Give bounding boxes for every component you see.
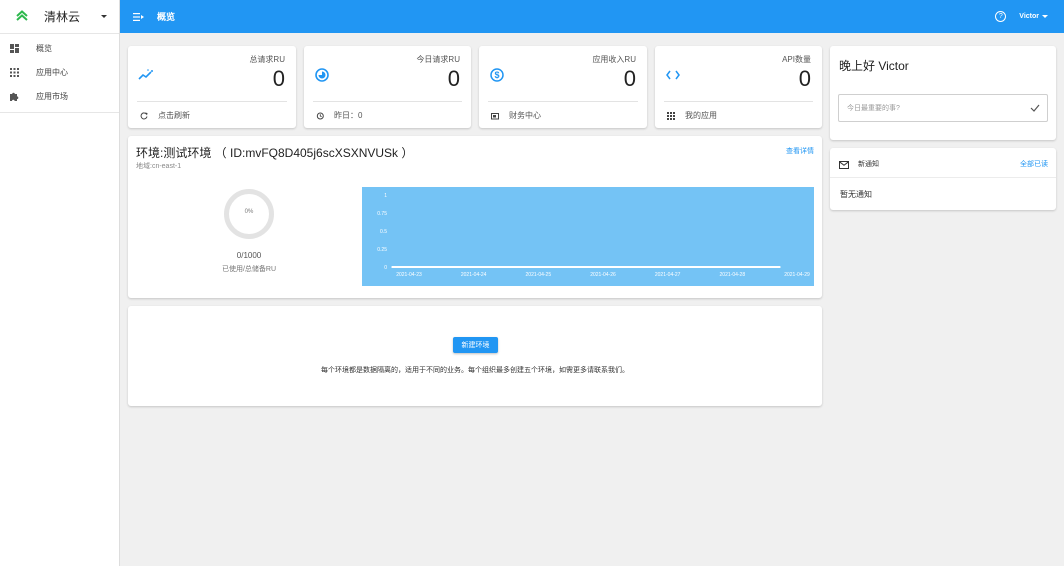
usage-chart-svg: 1 0.75 0.5 0.25 0 2021-04-23 2021-04-24 2021-04… bbox=[377, 193, 810, 278]
stat-value: 0 bbox=[272, 66, 285, 91]
mark-all-read-link[interactable]: 全部已读 bbox=[1020, 159, 1048, 169]
sidebar-item-overview[interactable]: 概览 bbox=[0, 36, 119, 60]
series-point bbox=[585, 266, 587, 268]
sidebar: 清林云 概览 应用中心 应用市场 bbox=[0, 0, 120, 566]
quota-value: 0/1000 bbox=[236, 251, 262, 260]
stat-footer-text: 点击刷新 bbox=[158, 111, 190, 120]
y-tick-label: 0.25 bbox=[377, 247, 387, 253]
divider bbox=[664, 101, 813, 102]
usage-chart: 1 0.75 0.5 0.25 0 2021-04-23 2021-04-24 2021-04… bbox=[362, 187, 814, 286]
menu-collapse-icon[interactable] bbox=[133, 11, 144, 22]
stat-label: 今日请求RU bbox=[416, 55, 460, 64]
brand-switcher[interactable]: 清林云 bbox=[0, 0, 119, 34]
x-tick-label: 2021-04-23 bbox=[396, 272, 422, 278]
x-tick-label: 2021-04-29 bbox=[784, 272, 810, 278]
notifications-card: 新通知 全部已读 暂无通知 bbox=[830, 148, 1056, 210]
pie-chart-icon bbox=[314, 67, 330, 83]
refresh-icon bbox=[139, 111, 148, 120]
series-point bbox=[455, 266, 458, 268]
stat-footer-text: 财务中心 bbox=[509, 111, 541, 120]
svg-text:$: $ bbox=[494, 70, 499, 80]
sparkline-icon bbox=[138, 67, 154, 83]
stat-card-today-ru: 今日请求RU 0 昨日：0 bbox=[304, 46, 471, 128]
brand-logo-icon bbox=[16, 9, 28, 24]
usage-percent: 0% bbox=[244, 209, 254, 215]
sidebar-item-label: 应用市场 bbox=[36, 91, 68, 101]
series-point bbox=[520, 266, 523, 268]
notifications-empty: 暂无通知 bbox=[840, 190, 872, 199]
dollar-icon: $ bbox=[489, 67, 505, 83]
brand-name: 清林云 bbox=[44, 10, 81, 24]
stat-card-app-income: $ 应用收入RU 0 财务中心 bbox=[479, 46, 647, 128]
divider bbox=[137, 101, 287, 102]
code-icon bbox=[665, 67, 681, 83]
greeting-text: 晚上好 Victor bbox=[839, 59, 909, 73]
y-tick-label: 1 bbox=[384, 193, 387, 199]
puzzle-icon bbox=[9, 91, 19, 101]
new-environment-button[interactable]: 新建环境 bbox=[453, 337, 498, 353]
refresh-link[interactable]: 点击刷新 bbox=[139, 110, 190, 121]
sidebar-item-label: 应用中心 bbox=[36, 67, 68, 77]
notifications-title: 新通知 bbox=[858, 161, 879, 168]
sidebar-item-label: 概览 bbox=[36, 43, 52, 53]
environment-card: 环境:测试环境 （ ID:mvFQ8D405j6scXSXNVUSk ） 查看详… bbox=[128, 136, 822, 298]
help-icon[interactable]: ? bbox=[995, 11, 1007, 22]
environment-region: 地域:cn-east-1 bbox=[136, 163, 182, 170]
view-details-link[interactable]: 查看详情 bbox=[786, 146, 814, 156]
x-tick-label: 2021-04-24 bbox=[461, 272, 487, 278]
sidebar-nav: 概览 应用中心 应用市场 bbox=[0, 34, 119, 113]
stat-label: API数量 bbox=[782, 55, 811, 64]
finance-center-link[interactable]: 财务中心 bbox=[490, 110, 541, 121]
stat-value: 0 bbox=[623, 66, 636, 91]
y-tick-label: 0.75 bbox=[377, 211, 387, 217]
stat-label: 总请求RU bbox=[249, 55, 285, 64]
series-point bbox=[649, 266, 652, 268]
divider bbox=[488, 101, 638, 102]
my-apps-link[interactable]: 我的应用 bbox=[666, 110, 717, 121]
todo-field bbox=[838, 94, 1048, 122]
divider bbox=[313, 101, 462, 102]
apps-icon bbox=[666, 111, 675, 120]
series-point bbox=[779, 266, 781, 268]
stat-value: 0 bbox=[447, 66, 460, 91]
x-tick-label: 2021-04-25 bbox=[526, 272, 552, 278]
caret-down-icon[interactable] bbox=[1042, 15, 1048, 18]
page-title: 概览 bbox=[157, 12, 176, 22]
todo-input[interactable] bbox=[839, 95, 1019, 121]
stat-value: 0 bbox=[798, 66, 811, 91]
stat-footer-text: 我的应用 bbox=[685, 111, 717, 120]
caret-down-icon bbox=[101, 15, 107, 18]
y-tick-label: 0.5 bbox=[380, 229, 387, 235]
mail-icon bbox=[839, 158, 849, 169]
divider bbox=[830, 177, 1056, 178]
series-point bbox=[391, 266, 393, 268]
check-icon[interactable] bbox=[1029, 102, 1041, 114]
yesterday-info: 昨日：0 bbox=[315, 110, 362, 121]
x-tick-label: 2021-04-27 bbox=[655, 272, 681, 278]
x-tick-label: 2021-04-26 bbox=[590, 272, 616, 278]
history-icon bbox=[315, 111, 324, 120]
stat-card-total-ru: 总请求RU 0 点击刷新 bbox=[128, 46, 296, 128]
y-tick-label: 0 bbox=[384, 265, 387, 271]
series-point bbox=[714, 266, 717, 268]
new-environment-card: 新建环境 每个环境都是数据隔离的，适用于不同的业务。每个组织最多创建五个环境，如… bbox=[128, 306, 822, 406]
greeting-card: 晚上好 Victor bbox=[830, 46, 1056, 140]
quota-label: 已使用/总储备RU bbox=[221, 266, 277, 273]
environment-title: 环境:测试环境 （ ID:mvFQ8D405j6scXSXNVUSk ） bbox=[136, 146, 414, 160]
sidebar-item-app-market[interactable]: 应用市场 bbox=[0, 84, 119, 108]
stat-label: 应用收入RU bbox=[592, 55, 636, 64]
dashboard-icon bbox=[9, 43, 19, 53]
x-tick-label: 2021-04-28 bbox=[720, 272, 746, 278]
stat-card-api-count: API数量 0 我的应用 bbox=[655, 46, 822, 128]
new-environment-description: 每个环境都是数据隔离的，适用于不同的业务。每个组织最多创建五个环境，如需更多请联… bbox=[321, 367, 629, 374]
apps-grid-icon bbox=[9, 67, 19, 77]
top-bar: 概览 ? Victor bbox=[120, 0, 1064, 33]
finance-icon bbox=[490, 111, 499, 120]
user-menu[interactable]: Victor bbox=[1019, 13, 1039, 20]
sidebar-item-app-center[interactable]: 应用中心 bbox=[0, 60, 119, 84]
stat-footer-text: 昨日：0 bbox=[334, 111, 363, 120]
